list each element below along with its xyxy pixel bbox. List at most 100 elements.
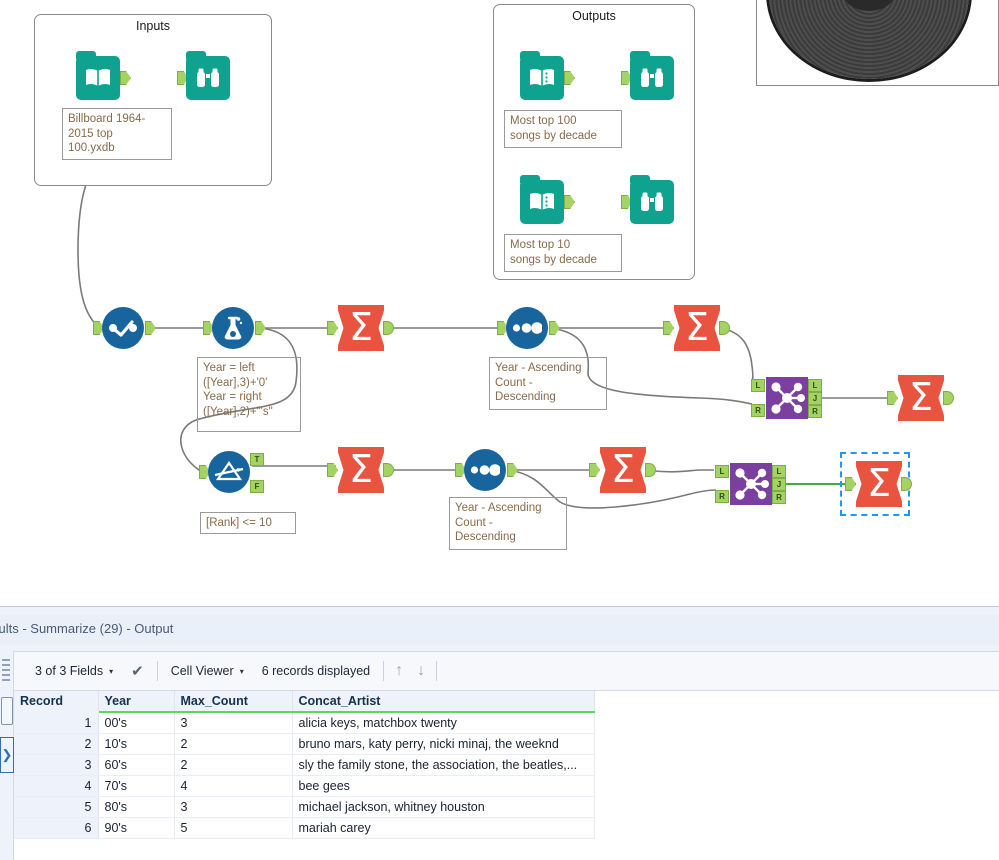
drag-handle-icon[interactable] xyxy=(2,659,10,683)
summarize-tool-4[interactable]: Σ xyxy=(327,447,394,493)
results-left-rail[interactable]: ❯ xyxy=(0,651,14,860)
open-book-icon xyxy=(76,56,120,100)
summarize-tool-3[interactable]: Σ xyxy=(887,375,954,421)
join-lower-right-input-anchor[interactable]: R xyxy=(715,490,729,503)
cell-record[interactable]: 5 xyxy=(14,796,99,818)
summarize-5-input-anchor[interactable] xyxy=(589,463,600,477)
join-upper-left-output-anchor[interactable]: L xyxy=(808,379,822,392)
select-tool[interactable] xyxy=(93,307,156,349)
output-data-tool-top100[interactable] xyxy=(520,51,575,100)
join-lower-left-output-anchor[interactable]: L xyxy=(772,465,786,478)
cell-year[interactable]: 80's xyxy=(98,796,175,818)
fields-selector[interactable]: 3 of 3 Fields ▾ xyxy=(26,664,122,678)
sort-tool-upper[interactable] xyxy=(497,307,560,349)
table-row[interactable]: 3 60's 2 sly the family stone, the associat… xyxy=(14,754,595,776)
summarize-2-input-anchor[interactable] xyxy=(663,321,674,335)
summarize-tool-2[interactable]: Σ xyxy=(663,305,730,351)
scroll-up-button[interactable]: ↑ xyxy=(388,662,410,680)
workflow-canvas[interactable]: Inputs Billboard 1964- 2015 top 100.yxdb… xyxy=(0,0,999,606)
rail-panel-button[interactable] xyxy=(1,697,13,725)
apply-fields-button[interactable]: ✔ xyxy=(122,662,153,680)
summarize-tool-5[interactable]: Σ xyxy=(589,447,656,493)
summarize-3-input-anchor[interactable] xyxy=(887,391,898,405)
summarize-tool-selected[interactable]: Σ xyxy=(845,461,912,507)
join-lower-left-input-anchor[interactable]: L xyxy=(715,465,729,478)
join-upper-join-output-anchor[interactable]: J xyxy=(808,392,822,405)
cell-max-count[interactable]: 2 xyxy=(174,733,293,755)
table-row[interactable]: 2 10's 2 bruno mars, katy perry, nicki mina… xyxy=(14,733,595,755)
cell-year[interactable]: 60's xyxy=(98,754,175,776)
summarize-1-output-anchor[interactable] xyxy=(383,321,394,335)
sort-upper-output-anchor[interactable] xyxy=(549,321,560,335)
input-data-tool[interactable] xyxy=(76,51,131,100)
summarize-3-output-anchor[interactable] xyxy=(943,391,954,405)
chevron-right-icon[interactable]: ❯ xyxy=(0,737,14,773)
results-data-grid[interactable]: Record Year Max_Count Concat_Artist 1 00'… xyxy=(14,691,999,860)
select-output-anchor[interactable] xyxy=(145,321,156,335)
join-upper-left-input-anchor[interactable]: L xyxy=(751,379,765,392)
sort-tool-lower[interactable] xyxy=(455,449,518,491)
cell-record[interactable]: 2 xyxy=(14,733,99,755)
table-row[interactable]: 4 70's 4 bee gees xyxy=(14,775,595,797)
filter-true-output-anchor[interactable]: T xyxy=(250,453,264,466)
cell-year[interactable]: 10's xyxy=(98,733,175,755)
cell-concat-artist[interactable]: alicia keys, matchbox twenty xyxy=(292,712,595,734)
summarize-5-output-anchor[interactable] xyxy=(645,463,656,477)
cell-max-count[interactable]: 5 xyxy=(174,817,293,839)
cell-viewer-selector[interactable]: Cell Viewer ▾ xyxy=(162,664,253,678)
column-header-record[interactable]: Record xyxy=(14,691,99,713)
cell-year[interactable]: 90's xyxy=(98,817,175,839)
join-tool-lower[interactable]: L R L J R xyxy=(715,463,786,505)
cell-concat-artist[interactable]: bruno mars, katy perry, nicki minaj, the… xyxy=(292,733,595,755)
sort-lower-output-anchor[interactable] xyxy=(507,463,518,477)
cell-concat-artist[interactable]: michael jackson, whitney houston xyxy=(292,796,595,818)
summarize-2-output-anchor[interactable] xyxy=(719,321,730,335)
column-header-year[interactable]: Year xyxy=(98,691,175,713)
browse-tool-top10[interactable] xyxy=(621,175,674,224)
cell-concat-artist[interactable]: mariah carey xyxy=(292,817,595,839)
annotation-sort-lower: Year - Ascending Count - Descending xyxy=(449,497,567,550)
cell-max-count[interactable]: 2 xyxy=(174,754,293,776)
table-row[interactable]: 1 00's 3 alicia keys, matchbox twenty xyxy=(14,712,595,734)
cell-record[interactable]: 6 xyxy=(14,817,99,839)
cell-year[interactable]: 00's xyxy=(98,712,175,734)
formula-tool[interactable] xyxy=(203,307,266,349)
cell-record[interactable]: 3 xyxy=(14,754,99,776)
browse-tool-inputs[interactable] xyxy=(177,51,230,100)
column-header-concat-artist[interactable]: Concat_Artist xyxy=(292,691,595,713)
summarize-selected-output-anchor[interactable] xyxy=(901,477,912,491)
join-lower-right-output-anchor[interactable]: R xyxy=(772,491,786,504)
summarize-tool-1[interactable]: Σ xyxy=(327,305,394,351)
cell-concat-artist[interactable]: bee gees xyxy=(292,775,595,797)
cell-record[interactable]: 4 xyxy=(14,775,99,797)
summarize-4-input-anchor[interactable] xyxy=(327,463,338,477)
cell-max-count[interactable]: 3 xyxy=(174,712,293,734)
table-row[interactable]: 5 80's 3 michael jackson, whitney houston xyxy=(14,796,595,818)
cell-max-count[interactable]: 4 xyxy=(174,775,293,797)
join-upper-right-output-anchor[interactable]: R xyxy=(808,405,822,418)
browse-tool-top100[interactable] xyxy=(621,51,674,100)
cell-year[interactable]: 70's xyxy=(98,775,175,797)
cell-concat-artist[interactable]: sly the family stone, the association, t… xyxy=(292,754,595,776)
summarize-4-output-anchor[interactable] xyxy=(383,463,394,477)
filter-tool[interactable]: T F xyxy=(199,451,264,493)
chevron-down-icon[interactable]: ▾ xyxy=(240,667,244,676)
column-header-max-count[interactable]: Max_Count xyxy=(174,691,293,713)
results-toolbar[interactable]: 3 of 3 Fields ▾ ✔ Cell Viewer ▾ 6 record… xyxy=(14,651,999,691)
join-tool-upper[interactable]: L R L J R xyxy=(751,377,822,419)
container-inputs[interactable]: Inputs xyxy=(34,14,272,186)
results-panel[interactable]: sults - Summarize (29) - Output ❯ 3 of 3… xyxy=(0,606,999,860)
join-upper-right-input-anchor[interactable]: R xyxy=(751,404,765,417)
join-tool-icon xyxy=(766,377,808,419)
formula-output-anchor[interactable] xyxy=(255,321,266,335)
chevron-down-icon[interactable]: ▾ xyxy=(109,667,113,676)
cell-record[interactable]: 1 xyxy=(14,712,99,734)
join-lower-join-output-anchor[interactable]: J xyxy=(772,478,786,491)
summarize-1-input-anchor[interactable] xyxy=(327,321,338,335)
table-row[interactable]: 6 90's 5 mariah carey xyxy=(14,817,595,839)
filter-false-output-anchor[interactable]: F xyxy=(250,480,264,493)
cell-max-count[interactable]: 3 xyxy=(174,796,293,818)
output-data-tool-top10[interactable] xyxy=(520,175,575,224)
summarize-sigma-icon: Σ xyxy=(856,461,902,507)
scroll-down-button[interactable]: ↓ xyxy=(410,662,432,680)
